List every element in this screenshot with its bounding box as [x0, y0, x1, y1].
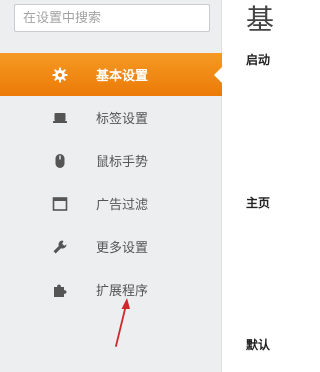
sidebar-item-ad-filter[interactable]: 广告过滤 — [0, 182, 222, 225]
mouse-icon — [52, 153, 68, 169]
wrench-icon — [52, 239, 68, 255]
window-icon — [52, 196, 68, 212]
sidebar-item-tab-settings[interactable]: 标签设置 — [0, 96, 222, 139]
sidebar-item-label: 标签设置 — [96, 112, 149, 127]
settings-search-input[interactable] — [14, 4, 210, 32]
sidebar-item-label: 更多设置 — [96, 241, 149, 256]
sidebar-item-more-settings[interactable]: 更多设置 — [0, 225, 222, 268]
settings-nav: 基本设置 标签设置 鼠标手势 广告过滤 更多设置 扩展程序 — [0, 53, 222, 311]
section-default-heading: 默认 — [246, 338, 271, 352]
sidebar-item-mouse-gestures[interactable]: 鼠标手势 — [0, 139, 222, 182]
settings-content: 基 启动 主页 默认 — [222, 0, 301, 372]
sidebar: 基本设置 标签设置 鼠标手势 — [0, 0, 222, 372]
page-title: 基 — [246, 3, 275, 36]
sidebar-item-label: 扩展程序 — [96, 284, 149, 299]
sidebar-item-label: 基本设置 — [96, 69, 149, 84]
section-homepage-heading: 主页 — [246, 196, 271, 210]
section-startup-heading: 启动 — [246, 53, 271, 67]
sidebar-item-basic-settings[interactable]: 基本设置 — [0, 53, 222, 96]
sidebar-item-label: 广告过滤 — [96, 198, 149, 213]
laptop-icon — [52, 110, 68, 126]
puzzle-icon — [52, 282, 68, 298]
gear-icon — [52, 67, 68, 83]
sidebar-item-extensions[interactable]: 扩展程序 — [0, 268, 222, 311]
sidebar-item-label: 鼠标手势 — [96, 155, 149, 170]
